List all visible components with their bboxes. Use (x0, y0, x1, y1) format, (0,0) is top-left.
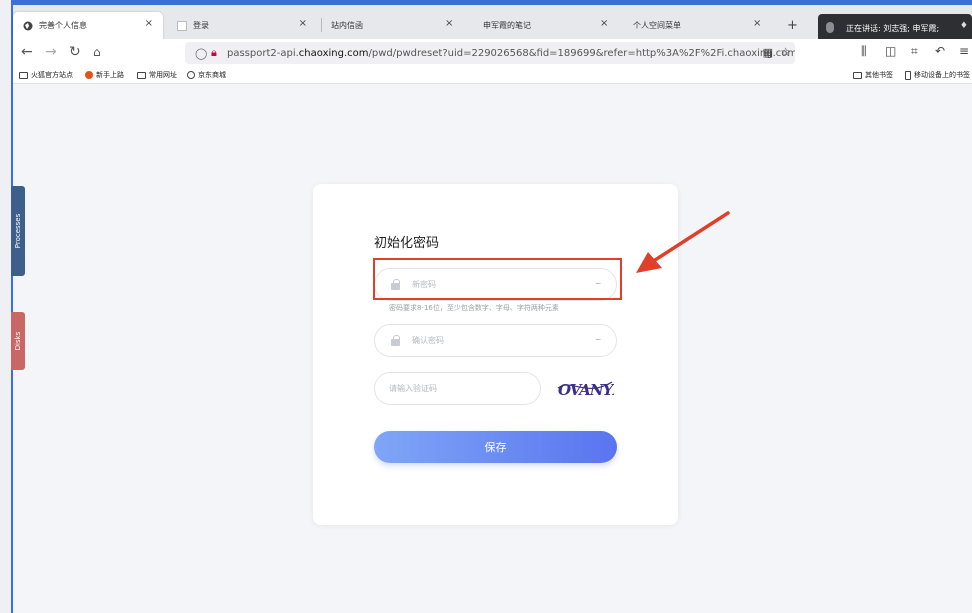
side-tab-label: Processes (14, 213, 22, 249)
device-icon (905, 70, 911, 80)
close-icon[interactable]: × (299, 18, 307, 29)
url-prefix: passport2-api. (227, 47, 299, 59)
bookmark-mobile[interactable]: 移动设备上的书签 (905, 70, 970, 80)
annotation-highlight-box (373, 258, 622, 300)
url-host: chaoxing.com (298, 47, 369, 59)
tab-label: 完善个人信息 (39, 21, 87, 30)
share-more-icon[interactable]: ♦ (960, 21, 968, 31)
bookmarks-toolbar: 火狐官方站点 新手上路 常用网址 京东商城 其他书签 移动设备上的书签 (13, 67, 972, 84)
speaking-status: 正在讲话: 刘志强; 申军霞; (846, 23, 940, 33)
tab-personal-space[interactable]: 个人空间菜单 × (615, 12, 775, 39)
back-arrow-icon[interactable]: ← (21, 44, 33, 60)
bookmark-label: 新手上路 (96, 71, 124, 79)
shield-icon[interactable]: ◯ (195, 47, 207, 60)
bookmark-label: 常用网址 (149, 71, 177, 79)
close-icon[interactable]: × (445, 18, 453, 29)
qr-code-icon[interactable]: ▦ (763, 46, 773, 59)
lock-icon (391, 335, 400, 346)
sidebar-icon[interactable]: ◫ (885, 44, 896, 58)
save-button[interactable]: 保存 (374, 431, 617, 463)
processes-side-tab[interactable]: Processes (11, 186, 25, 276)
menu-icon[interactable]: ≡ (959, 44, 969, 58)
folder-icon (137, 71, 146, 79)
page-title: 初始化密码 (374, 236, 440, 251)
bookmark-other[interactable]: 其他书签 (853, 70, 893, 80)
password-reset-card: 初始化密码 新密码 ⌣ 密码要求8-16位，至少包含数字、字母、字符两种元素 确… (313, 184, 678, 525)
globe-icon (23, 21, 33, 30)
bookmark-star-icon[interactable]: ☆ (780, 45, 791, 59)
window-border-left (0, 0, 13, 613)
bookmark-firefox-official[interactable]: 火狐官方站点 (19, 70, 73, 80)
confirm-password-field[interactable]: 确认密码 ⌣ (374, 324, 617, 357)
firefox-icon (85, 71, 93, 79)
captcha-image[interactable]: OVANYI (556, 374, 614, 402)
bookmark-jd-mall[interactable]: 京东商城 (187, 70, 226, 80)
home-icon[interactable]: ⌂ (93, 45, 101, 59)
library-icon[interactable]: ⫼ (861, 44, 867, 59)
forward-arrow-icon[interactable]: → (45, 44, 57, 60)
screen-share-bar: 正在讲话: 刘志强; 申军霞; ♦ (818, 14, 972, 42)
page-icon (177, 20, 187, 31)
bookmark-label: 京东商城 (198, 71, 226, 79)
tab-label: 个人空间菜单 (633, 21, 681, 30)
new-tab-button[interactable]: + (787, 18, 798, 33)
address-bar[interactable]: ◯ 🔒︎ passport2-api. chaoxing.com/pwd/pwdr… (185, 42, 795, 64)
bookmark-label: 其他书签 (865, 71, 893, 79)
globe-icon (187, 71, 195, 79)
confirm-password-placeholder: 确认密码 (412, 336, 444, 345)
bookmark-label: 移动设备上的书签 (914, 71, 970, 79)
tab-login[interactable]: 登录 × (167, 12, 317, 39)
folder-icon (19, 71, 28, 79)
tab-label: 登录 (193, 21, 209, 30)
close-icon[interactable]: × (145, 18, 153, 29)
folder-icon (853, 71, 862, 79)
bookmark-label: 火狐官方站点 (31, 71, 73, 79)
eye-closed-icon[interactable]: ⌣ (595, 335, 601, 345)
tab-label: 申军霞的笔记 (483, 21, 531, 30)
close-icon[interactable]: × (600, 18, 608, 29)
reload-icon[interactable]: ↻ (69, 44, 81, 60)
tab-notes[interactable]: 申军霞的笔记 × (465, 12, 615, 39)
disks-side-tab[interactable]: Disks (11, 312, 25, 370)
navigation-bar: ← → ↻ ⌂ ◯ 🔒︎ passport2-api. chaoxing.com /… (13, 39, 972, 67)
tab-complete-profile[interactable]: 完善个人信息 × (13, 12, 163, 39)
side-tab-label: Disks (14, 331, 22, 351)
captcha-input[interactable]: 请输入验证码 (374, 372, 541, 405)
bookmark-getting-started[interactable]: 新手上路 (85, 70, 124, 80)
screenshot-icon[interactable]: ⌗ (911, 44, 918, 59)
tab-label: 站内信函 (331, 21, 363, 30)
undo-icon[interactable]: ↶ (935, 44, 945, 58)
url-path: /pwd/pwdreset?uid=229026568&fid=189699&r… (368, 47, 796, 59)
lock-warning-icon[interactable]: 🔒︎ (211, 46, 217, 60)
tab-site-mail[interactable]: 站内信函 × (313, 12, 463, 39)
microphone-icon (826, 22, 834, 33)
password-requirements-hint: 密码要求8-16位，至少包含数字、字母、字符两种元素 (389, 304, 559, 312)
captcha-text: OVANYI (558, 381, 614, 399)
close-icon[interactable]: × (753, 18, 761, 29)
bookmark-common-sites[interactable]: 常用网址 (137, 70, 177, 80)
captcha-placeholder: 请输入验证码 (389, 384, 437, 393)
